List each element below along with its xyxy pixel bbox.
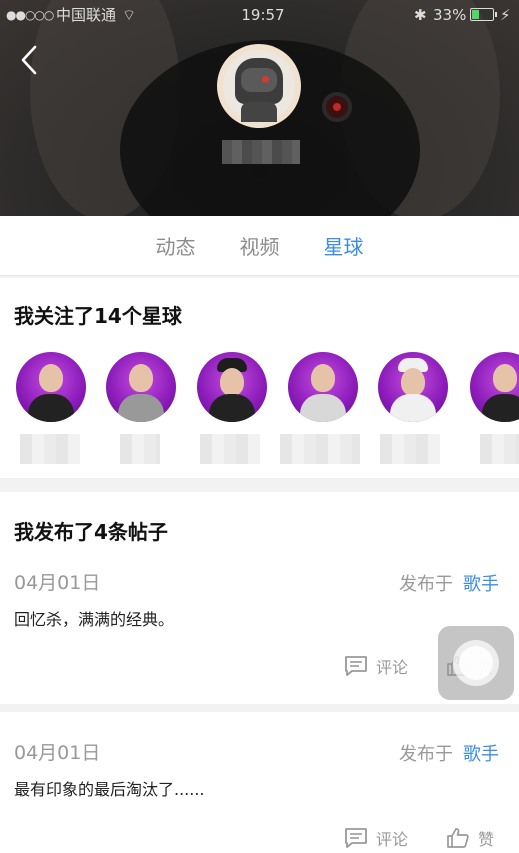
post-text[interactable]: 最有印象的最后淘汰了...... — [14, 776, 205, 800]
post-meta: 发布于 歌手 — [399, 570, 499, 596]
planet-avatar[interactable] — [197, 352, 267, 422]
blurred-planet-name — [200, 434, 260, 464]
person-body — [118, 394, 164, 422]
thumbs-up-icon — [447, 828, 469, 848]
planet-list — [16, 352, 519, 472]
robot-avatar-icon — [235, 58, 283, 104]
blurred-planet-name — [480, 434, 519, 464]
assistive-touch-button[interactable] — [438, 626, 514, 700]
person-head — [129, 364, 153, 392]
published-in-label: 发布于 — [399, 574, 453, 595]
post-tag-link[interactable]: 歌手 — [463, 574, 499, 595]
post-date: 04月01日 — [14, 742, 101, 764]
wifi-icon: ⌔ — [122, 6, 137, 24]
blurred-planet-name — [20, 434, 80, 464]
planet-avatar[interactable] — [378, 352, 448, 422]
back-button[interactable] — [18, 44, 40, 76]
assistive-touch-icon — [453, 640, 499, 686]
person-body — [482, 394, 519, 422]
like-button[interactable]: 赞 — [446, 826, 494, 850]
battery-percent: 33% — [433, 6, 467, 24]
person-body — [28, 394, 74, 422]
avatar[interactable] — [217, 44, 301, 128]
post-tag-link[interactable]: 歌手 — [463, 744, 499, 765]
chevron-left-icon — [21, 45, 37, 75]
post-card: 04月01日 发布于 歌手 最有印象的最后淘汰了...... 评论 赞 — [0, 712, 519, 853]
planet-avatar[interactable] — [288, 352, 358, 422]
header-background-dot — [322, 92, 352, 122]
person-head — [401, 368, 425, 396]
tab-videos[interactable]: 视频 — [240, 231, 280, 260]
battery-icon — [470, 8, 497, 21]
blurred-username — [222, 140, 300, 164]
blurred-planet-name — [280, 434, 360, 464]
profile-header: ●●○○○ 中国联通 ⌔ 19:57 ✱ 33% ⚡ — [0, 0, 519, 216]
person-body — [390, 394, 436, 422]
blurred-planet-name — [380, 434, 440, 464]
charging-icon: ⚡ — [500, 6, 511, 24]
signal-icon: ●●○○○ — [6, 8, 54, 22]
battery-level — [472, 10, 479, 19]
comment-button[interactable]: 评论 — [344, 826, 408, 850]
comment-icon — [345, 656, 367, 676]
status-bar: ●●○○○ 中国联通 ⌔ 19:57 ✱ 33% ⚡ — [0, 0, 519, 30]
profile-tabs: 动态 视频 星球 — [0, 216, 519, 276]
person-body — [300, 394, 346, 422]
carrier-label: 中国联通 — [56, 6, 117, 24]
planet-avatar[interactable] — [470, 352, 519, 422]
planet-avatar[interactable] — [106, 352, 176, 422]
person-head — [39, 364, 63, 392]
bluetooth-icon: ✱ — [414, 6, 427, 24]
comment-icon — [345, 828, 367, 848]
person-head — [493, 364, 517, 392]
comment-label: 评论 — [376, 830, 409, 849]
followed-planets-section: 我关注了14个星球 — [0, 278, 519, 478]
blurred-planet-name — [120, 434, 160, 464]
tab-planets[interactable]: 星球 — [324, 231, 364, 260]
comment-label: 评论 — [376, 658, 409, 677]
person-head — [220, 368, 244, 396]
planet-avatar[interactable] — [16, 352, 86, 422]
post-date: 04月01日 — [14, 572, 101, 594]
tab-activity[interactable]: 动态 — [156, 231, 196, 260]
person-head — [311, 364, 335, 392]
comment-button[interactable]: 评论 — [344, 654, 408, 678]
person-body — [209, 394, 255, 422]
post-meta: 发布于 歌手 — [399, 740, 499, 766]
robot-body-icon — [241, 102, 277, 122]
published-in-label: 发布于 — [399, 744, 453, 765]
like-label: 赞 — [478, 830, 495, 849]
clock: 19:57 — [241, 6, 285, 24]
posts-title: 我发布了4条帖子 — [14, 520, 168, 544]
post-text[interactable]: 回忆杀，满满的经典。 — [14, 606, 174, 630]
planets-title: 我关注了14个星球 — [14, 304, 182, 328]
